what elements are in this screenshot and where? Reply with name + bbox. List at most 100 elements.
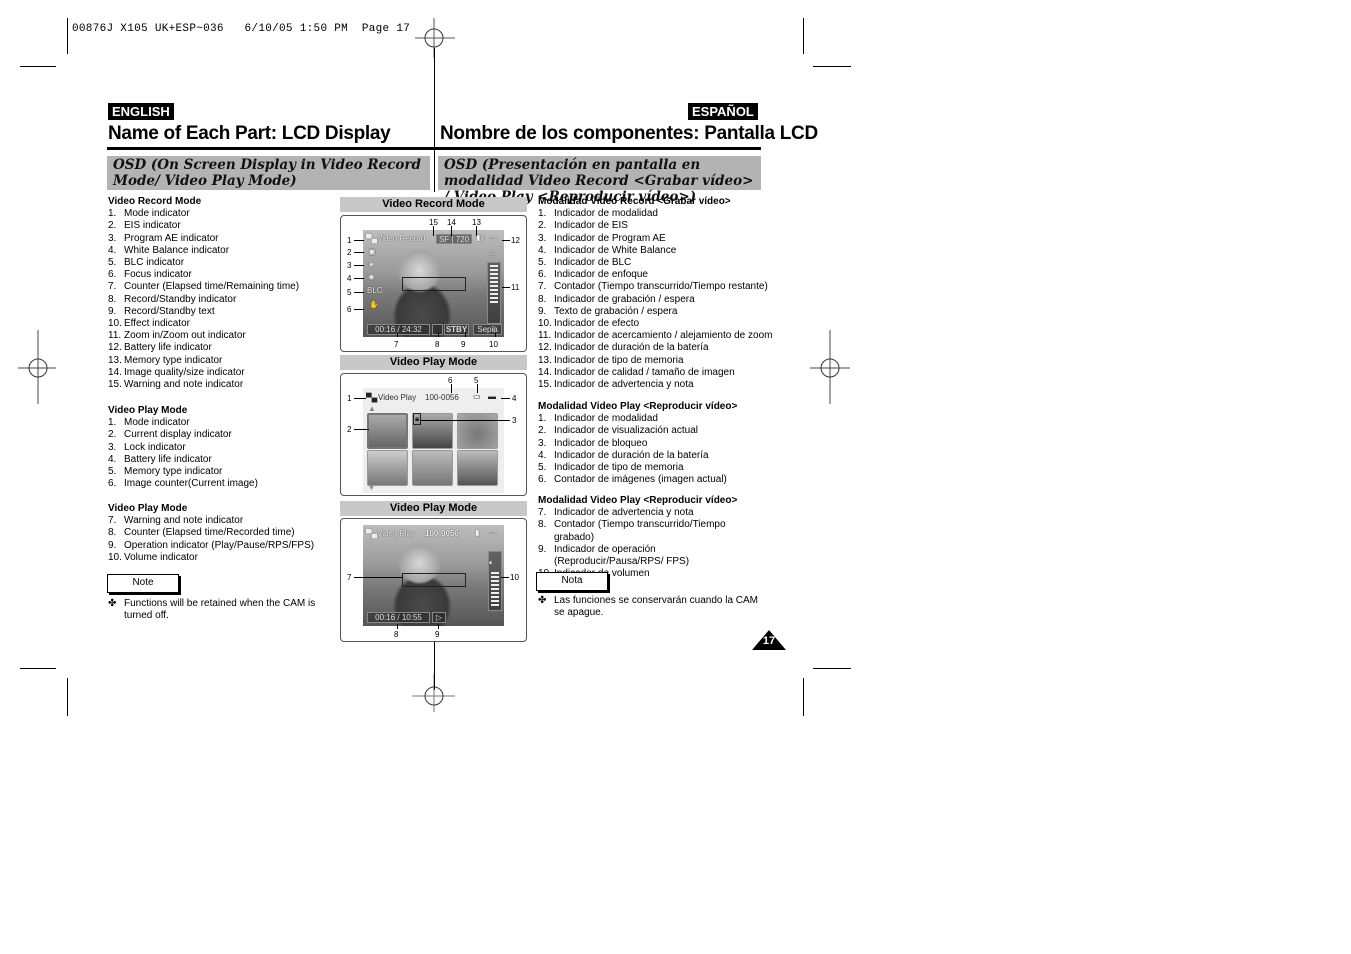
language-tag-spanish: ESPAÑOL (688, 103, 758, 120)
list-item: 7. Counter (Elapsed time/Remaining time) (108, 281, 333, 293)
thumbnail-current[interactable] (367, 413, 408, 449)
callout-number: 5 (347, 288, 352, 297)
list-item: 12. Battery life indicator (108, 342, 333, 354)
item-text: White Balance indicator (124, 244, 230, 256)
item-text: Contador de imágenes (imagen actual) (554, 474, 727, 486)
item-text: Operation indicator (Play/Pause/RPS/FPS) (124, 539, 315, 551)
item-text: Current display indicator (124, 429, 232, 441)
mode-indicator-icon: ▀▄ (366, 234, 378, 243)
callout-number: 12 (511, 236, 520, 245)
crop-mark (67, 678, 68, 716)
counter-display: 00:16 / 24:32 (367, 324, 430, 335)
item-text: Warning and note indicator (124, 515, 244, 527)
lock-icon: 🔒︎ (413, 413, 422, 425)
leader-line (476, 226, 477, 236)
item-number: 2. (108, 429, 117, 441)
play-mode-list-1-english: Video Play Mode 1. Mode indicator 2. Curren… (108, 405, 333, 490)
list-item: 14. Indicador de calidad / tamaño de imag… (538, 367, 773, 379)
warning-note-frame (402, 573, 466, 587)
osd-heading-english: OSD (On Screen Display in Video Record M… (107, 156, 430, 190)
item-number: 6. (538, 269, 547, 281)
item-number: 4. (108, 244, 117, 256)
item-text: Effect indicator (124, 318, 190, 330)
item-text: Battery life indicator (124, 342, 212, 354)
list-item: 4. Indicador de White Balance (538, 245, 773, 257)
play-mode-list-2-spanish: Modalidad Video Play <Reproducir vídeo> … (538, 495, 763, 580)
leader-line (438, 333, 439, 337)
list-item: 2. Indicador de EIS (538, 220, 773, 232)
item-number: 11. (538, 330, 552, 342)
item-number: 14. (108, 366, 122, 378)
list-item: 8. Indicador de grabación / espera (538, 294, 773, 306)
list-item: 7. Contador (Tiempo transcurrido/Tiempo r… (538, 281, 773, 293)
print-slug: 00876J X105 UK+ESP~036 6/10/05 1:50 PM P… (72, 23, 411, 35)
thumbnail[interactable] (412, 450, 453, 486)
center-divider (434, 640, 435, 690)
effect-indicator: Sepia (473, 324, 502, 335)
leader-line (451, 226, 452, 236)
item-number: 1. (538, 413, 547, 425)
play-mode-list-1-spanish: Modalidad Video Play <Reproducir vídeo> … (538, 401, 773, 486)
language-tag-english: ENGLISH (108, 103, 174, 120)
warning-icon: ⚠ (488, 248, 496, 257)
item-text: EIS indicator (124, 220, 181, 232)
callout-number: 4 (512, 394, 517, 403)
item-text: Battery life indicator (124, 453, 212, 465)
item-number: 9. (108, 305, 117, 317)
note-text: Las funciones se conservarán cuando la C… (554, 595, 759, 618)
scroll-up-icon[interactable]: ▲ (368, 404, 376, 413)
thumbnail[interactable] (457, 413, 498, 449)
crop-mark (67, 18, 68, 54)
quality-text: SF (438, 235, 450, 244)
thumbnail[interactable] (367, 450, 408, 486)
leader-line (502, 287, 510, 288)
list-item: 10. Indicador de efecto (538, 318, 773, 330)
item-text: Indicador de duración de la batería (554, 342, 709, 354)
leader-line (397, 333, 398, 337)
item-text: Counter (Elapsed time/Remaining time) (124, 281, 300, 293)
note-item-english: ✤ Functions will be retained when the CA… (108, 598, 318, 622)
list-item: 2. Current display indicator (108, 429, 333, 441)
section-heading: Video Play Mode (108, 405, 188, 416)
play-operation-icon: ▷ (432, 612, 446, 623)
white-balance-icon: ✺ (368, 273, 375, 282)
note-item-spanish: ✤ Las funciones se conservarán cuando la… (538, 595, 763, 619)
osd-heading-spanish: OSD (Presentación en pantalla en modalid… (438, 156, 761, 205)
item-number: 7. (538, 281, 547, 293)
item-text: Indicador de White Balance (554, 244, 677, 256)
thumbnail[interactable] (457, 450, 498, 486)
callout-number: 11 (511, 283, 520, 292)
page-title-spanish: Nombre de los componentes: Pantalla LCD (440, 123, 818, 144)
list-item: 3. Program AE indicator (108, 233, 333, 245)
item-number: 4. (538, 449, 547, 461)
leader-line (501, 398, 510, 399)
image-counter: 100-0056 (425, 393, 459, 402)
scroll-down-icon[interactable]: ▼ (368, 485, 375, 492)
item-text: Indicador de acercamiento / alejamiento … (554, 330, 773, 342)
osd-mode-text: Video Record (377, 234, 426, 243)
item-text: Indicador de EIS (554, 220, 628, 232)
leader-line (354, 577, 402, 578)
callout-number: 7 (394, 340, 399, 349)
item-text: Image quality/size indicator (124, 366, 245, 378)
item-number: 1. (108, 417, 117, 429)
item-text: Record/Standby text (124, 305, 215, 317)
item-number: 2. (538, 220, 547, 232)
item-text: Counter (Elapsed time/Recorded time) (124, 527, 295, 539)
list-item: 14. Image quality/size indicator (108, 367, 333, 379)
item-number: 3. (538, 232, 547, 244)
list-item: 6. Contador de imágenes (imagen actual) (538, 474, 773, 486)
crop-mark (803, 18, 804, 54)
image-quality-indicator: SF | 720 (436, 234, 472, 244)
leader-line (477, 384, 478, 393)
list-item: 12. Indicador de duración de la batería (538, 342, 773, 354)
crop-mark (20, 66, 56, 67)
list-item: 15. Warning and note indicator (108, 379, 333, 391)
item-text: Mode indicator (124, 417, 190, 429)
list-item: 5. Indicador de BLC (538, 257, 773, 269)
list-item: 11. Zoom in/Zoom out indicator (108, 330, 333, 342)
item-number: 3. (108, 441, 117, 453)
play-thumbnail-diagram: ▀▄ Video Play 100-0056 ▭ ▬ ▲ 🔒︎ ▼ 126543 (340, 373, 527, 496)
list-item: 11. Indicador de acercamiento / alejamien… (538, 330, 773, 342)
list-item: 9. Texto de grabación / espera (538, 306, 773, 318)
